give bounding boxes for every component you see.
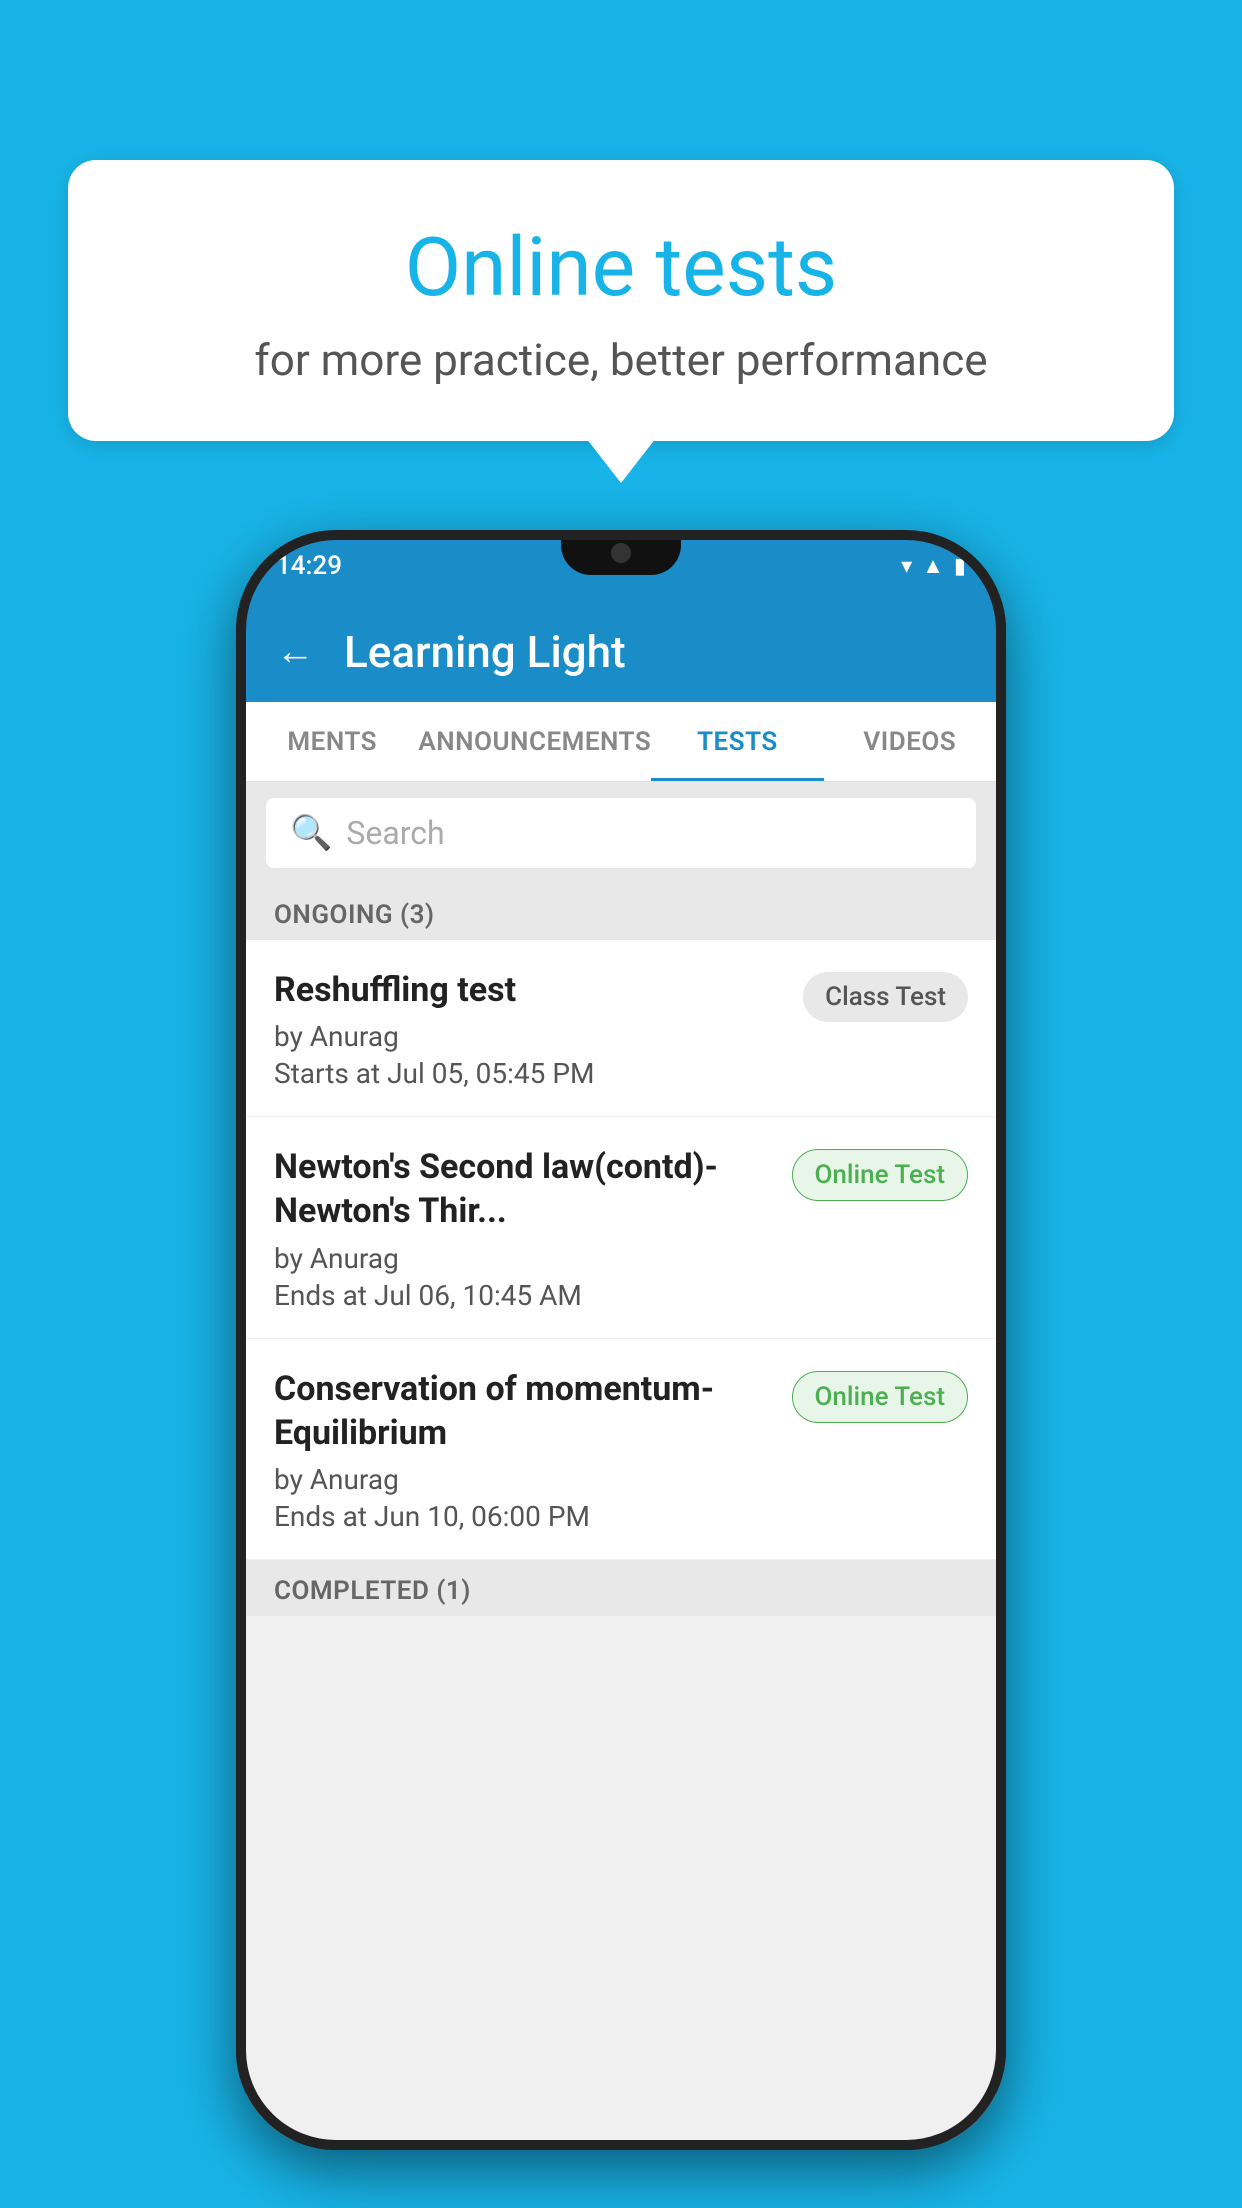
bubble-subtitle: for more practice, better performance bbox=[118, 334, 1124, 386]
test-badge-class: Class Test bbox=[803, 972, 968, 1022]
test-info: Conservation of momentum-Equilibrium by … bbox=[274, 1367, 776, 1533]
tab-announcements[interactable]: ANNOUNCEMENTS bbox=[418, 702, 651, 781]
completed-section-label: COMPLETED (1) bbox=[246, 1560, 996, 1616]
search-icon: 🔍 bbox=[290, 813, 332, 853]
battery-icon: ▮ bbox=[954, 554, 966, 579]
status-time: 14:29 bbox=[276, 551, 342, 581]
wifi-icon: ▾ bbox=[901, 554, 912, 579]
test-author: by Anurag bbox=[274, 1020, 787, 1053]
test-date: Ends at Jun 10, 06:00 PM bbox=[274, 1500, 776, 1533]
ongoing-section-label: ONGOING (3) bbox=[246, 884, 996, 940]
signal-icon: ▲ bbox=[922, 553, 944, 579]
test-item[interactable]: Conservation of momentum-Equilibrium by … bbox=[246, 1339, 996, 1560]
search-placeholder: Search bbox=[346, 814, 444, 852]
phone-frame: 14:29 ▾ ▲ ▮ ← Learning Light MENTS ANNOU… bbox=[236, 530, 1006, 2150]
tab-tests[interactable]: TESTS bbox=[651, 702, 823, 781]
test-badge-online: Online Test bbox=[792, 1371, 969, 1423]
test-name: Conservation of momentum-Equilibrium bbox=[274, 1367, 776, 1455]
tabs-bar: MENTS ANNOUNCEMENTS TESTS VIDEOS bbox=[246, 702, 996, 782]
test-author: by Anurag bbox=[274, 1242, 776, 1275]
back-button[interactable]: ← bbox=[276, 630, 314, 674]
camera bbox=[611, 543, 631, 563]
phone-screen: ← Learning Light MENTS ANNOUNCEMENTS TES… bbox=[246, 602, 996, 2140]
bubble-title: Online tests bbox=[118, 220, 1124, 316]
test-info: Reshuffling test by Anurag Starts at Jul… bbox=[274, 968, 787, 1090]
status-icons: ▾ ▲ ▮ bbox=[901, 553, 966, 579]
test-list: Reshuffling test by Anurag Starts at Jul… bbox=[246, 940, 996, 1560]
speech-bubble: Online tests for more practice, better p… bbox=[68, 160, 1174, 441]
status-bar: 14:29 ▾ ▲ ▮ bbox=[236, 530, 1006, 602]
app-header: ← Learning Light bbox=[246, 602, 996, 702]
test-item[interactable]: Reshuffling test by Anurag Starts at Jul… bbox=[246, 940, 996, 1117]
test-badge-online: Online Test bbox=[792, 1149, 969, 1201]
test-item[interactable]: Newton's Second law(contd)-Newton's Thir… bbox=[246, 1117, 996, 1338]
search-container: 🔍 Search bbox=[246, 782, 996, 884]
test-name: Reshuffling test bbox=[274, 968, 787, 1012]
test-name: Newton's Second law(contd)-Newton's Thir… bbox=[274, 1145, 776, 1233]
search-bar[interactable]: 🔍 Search bbox=[266, 798, 976, 868]
tab-ments[interactable]: MENTS bbox=[246, 702, 418, 781]
notch bbox=[561, 530, 681, 575]
test-date: Starts at Jul 05, 05:45 PM bbox=[274, 1057, 787, 1090]
test-date: Ends at Jul 06, 10:45 AM bbox=[274, 1279, 776, 1312]
app-title: Learning Light bbox=[344, 626, 626, 678]
tab-videos[interactable]: VIDEOS bbox=[824, 702, 996, 781]
test-author: by Anurag bbox=[274, 1463, 776, 1496]
test-info: Newton's Second law(contd)-Newton's Thir… bbox=[274, 1145, 776, 1311]
